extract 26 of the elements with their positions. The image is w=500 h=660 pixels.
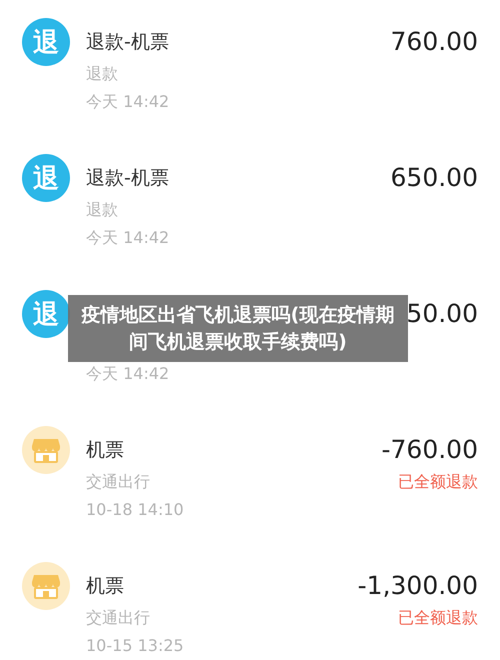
transaction-title: 机票 <box>86 439 124 461</box>
refund-badge: 退 <box>22 290 70 338</box>
transaction-amount: 650.00 <box>390 163 478 193</box>
transaction-category: 退款 <box>86 64 118 83</box>
transaction-category: 交通出行 <box>86 472 150 491</box>
transaction-title: 退款-机票 <box>86 167 169 189</box>
refund-badge: 退 <box>22 154 70 202</box>
transaction-time: 10-15 13:25 <box>86 636 185 656</box>
transaction-amount: -760.00 <box>382 435 478 465</box>
transaction-time: 今天 14:42 <box>86 92 170 112</box>
article-title-banner: 疫情地区出省飞机退票吗(现在疫情期间飞机退票收取手续费吗) <box>68 295 408 362</box>
transaction-title: 机票 <box>86 575 124 597</box>
transaction-time: 今天 14:42 <box>86 364 170 384</box>
transaction-category: 退款 <box>86 200 118 219</box>
transaction-amount: 760.00 <box>390 27 478 57</box>
transaction-amount: 50.00 <box>406 299 478 329</box>
transaction-time: 今天 14:42 <box>86 228 170 248</box>
refund-badge: 退 <box>22 18 70 66</box>
refund-status: 已全额退款 <box>398 608 478 628</box>
store-icon <box>31 573 61 599</box>
transaction-category: 交通出行 <box>86 608 150 627</box>
transaction-amount: -1,300.00 <box>358 571 478 601</box>
refund-status: 已全额退款 <box>398 472 478 492</box>
transaction-title: 退款-机票 <box>86 31 169 53</box>
store-icon <box>31 437 61 463</box>
transaction-time: 10-18 14:10 <box>86 500 185 520</box>
